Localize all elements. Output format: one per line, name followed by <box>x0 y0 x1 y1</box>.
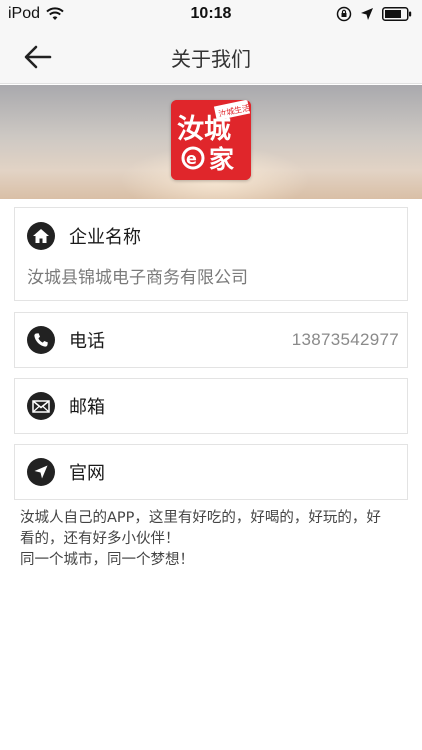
nav-bar: 关于我们 <box>0 30 422 84</box>
phone-card[interactable]: 电话 13873542977 <box>14 312 408 368</box>
app-logo: 汝城生活 汝城 e 家 <box>171 100 251 180</box>
page-title: 关于我们 <box>171 47 251 71</box>
svg-text:家: 家 <box>209 145 234 174</box>
orientation-lock-icon <box>336 6 352 22</box>
email-row: 邮箱 <box>27 392 399 420</box>
website-label: 官网 <box>69 463 105 484</box>
website-row: 官网 <box>27 458 399 486</box>
mail-icon <box>27 392 55 420</box>
battery-icon <box>382 7 412 21</box>
status-bar: iPod 10:18 <box>0 0 422 30</box>
status-right <box>336 6 412 22</box>
phone-icon <box>27 326 55 354</box>
email-label: 邮箱 <box>69 397 105 418</box>
email-card[interactable]: 邮箱 <box>14 378 408 434</box>
logo-graphic: 汝城生活 汝城 e 家 <box>171 100 251 180</box>
website-card[interactable]: 官网 <box>14 444 408 500</box>
phone-row: 电话 13873542977 <box>27 326 399 354</box>
company-name: 汝城县锦城电子商务有限公司 <box>27 268 248 288</box>
phone-number[interactable]: 13873542977 <box>292 330 399 350</box>
slogan: 汝城人自己的APP，这里有好吃的，好喝的，好玩的，好看的，还有好多小伙伴！ 同一… <box>20 508 390 571</box>
location-arrow-icon <box>27 458 55 486</box>
phone-label: 电话 <box>69 331 105 352</box>
location-arrow-icon <box>361 8 373 20</box>
company-card: 企业名称 汝城县锦城电子商务有限公司 <box>14 207 408 301</box>
company-row: 企业名称 <box>27 222 399 250</box>
slogan-line-1: 汝城人自己的APP，这里有好吃的，好喝的，好玩的，好看的，还有好多小伙伴！ <box>20 510 381 547</box>
slogan-line-2: 同一个城市，同一个梦想！ <box>20 552 194 568</box>
home-icon <box>27 222 55 250</box>
company-label: 企业名称 <box>69 227 141 248</box>
svg-text:汝城: 汝城 <box>177 114 231 145</box>
svg-text:e: e <box>186 149 197 168</box>
